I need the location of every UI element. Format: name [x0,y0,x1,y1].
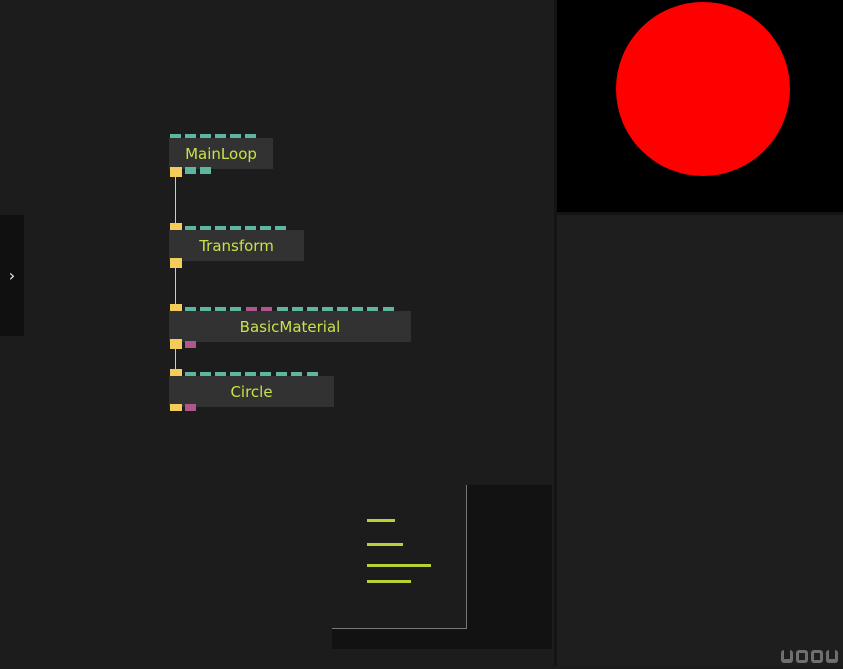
flow-output-port[interactable] [170,404,182,411]
output-port[interactable] [185,167,196,174]
minimap-viewport[interactable] [332,485,467,629]
minimap[interactable] [332,485,552,649]
preview-canvas [616,2,790,176]
chevron-right-icon: › [8,266,16,285]
flow-link [175,349,176,371]
flow-output-port[interactable] [170,258,182,268]
minimap-node-mainloop [367,519,395,522]
node-graph-editor[interactable]: › MainLoop Transform BasicMaterial Circl… [0,0,554,666]
preview-circle [616,2,790,176]
render-preview [557,0,843,212]
node-title[interactable]: Transform [169,230,304,261]
minimap-node-basicmaterial [367,564,431,567]
flow-link [175,268,176,304]
material-output-port[interactable] [185,341,196,348]
flow-output-port[interactable] [170,339,182,349]
material-output-port[interactable] [185,404,196,411]
output-port[interactable] [200,167,211,174]
minimap-node-transform [367,543,403,546]
node-title[interactable]: MainLoop [169,138,273,169]
sidebar-toggle-button[interactable]: › [0,215,24,336]
flow-link [175,176,176,224]
node-title[interactable]: Circle [169,376,334,407]
node-title[interactable]: BasicMaterial [169,311,411,342]
logo-mark [781,650,838,663]
flow-output-port[interactable] [170,167,182,177]
minimap-node-circle [367,580,411,583]
parameters-panel [557,215,843,666]
